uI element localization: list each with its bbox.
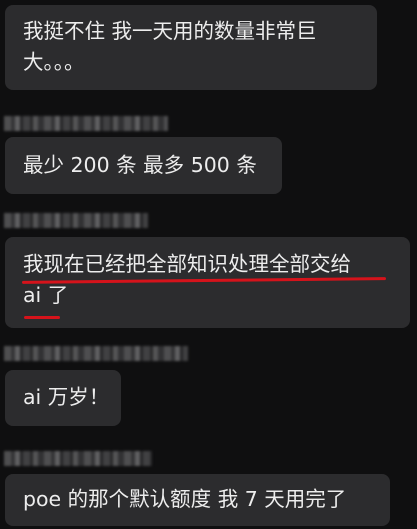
message-text-line: ai 万岁！ [23, 385, 110, 409]
message-text-line: 大。。。 [23, 50, 85, 74]
message-text-line: 我挺不住 我一天用的数量非常巨 [23, 19, 317, 43]
message-text-line: ai 了 [23, 283, 69, 307]
redacted-username [4, 213, 148, 228]
message-text-line: 最少 200 条 最多 500 条 [23, 153, 257, 177]
message-bubble-5: poe 的那个默认额度 我 7 天用完了 [5, 474, 390, 526]
message-bubble-2: 最少 200 条 最多 500 条 [5, 137, 282, 194]
redacted-username [4, 451, 152, 466]
message-text-line: 我现在已经把全部知识处理全部交给 [23, 252, 351, 276]
redacted-username [4, 346, 188, 361]
message-bubble-4: ai 万岁！ [5, 370, 121, 426]
red-highlight-underline [24, 316, 60, 319]
redacted-username [4, 116, 168, 131]
message-bubble-1: 我挺不住 我一天用的数量非常巨 大。。。 [5, 5, 377, 90]
message-text-line: poe 的那个默认额度 我 7 天用完了 [23, 487, 347, 511]
